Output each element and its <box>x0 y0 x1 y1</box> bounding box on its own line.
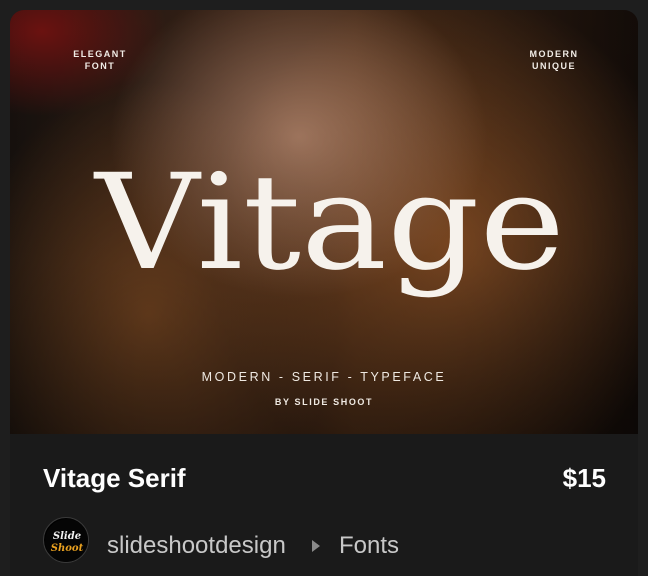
product-title[interactable]: Vitage Serif <box>43 463 186 494</box>
preview-corner-right: MODERN UNIQUE <box>519 48 589 72</box>
corner-right-line1: MODERN <box>529 49 579 59</box>
corner-left-line2: FONT <box>84 61 116 71</box>
author-link[interactable]: slideshootdesign <box>107 532 286 560</box>
preview-wordmark: Vitage <box>90 136 570 326</box>
product-preview-image[interactable]: ELEGANT FONT MODERN UNIQUE Vitage MODERN… <box>10 10 638 434</box>
product-card[interactable]: ELEGANT FONT MODERN UNIQUE Vitage MODERN… <box>10 10 638 576</box>
chevron-right-icon <box>312 540 320 552</box>
category-link[interactable]: Fonts <box>339 532 399 560</box>
corner-left-line1: ELEGANT <box>73 49 127 59</box>
avatar-text-line1: Slide <box>53 531 81 542</box>
preview-byline: BY SLIDE SHOOT <box>274 397 374 407</box>
product-info: Vitage Serif $15 Slide Shoot slideshootd… <box>10 434 638 576</box>
wordmark-text: Vitage <box>93 146 565 300</box>
preview-corner-left: ELEGANT FONT <box>65 48 135 72</box>
product-price: $15 <box>562 463 606 493</box>
author-avatar[interactable]: Slide Shoot <box>43 517 89 563</box>
preview-tagline: MODERN - SERIF - TYPEFACE <box>201 370 447 384</box>
corner-right-line2: UNIQUE <box>531 61 576 71</box>
avatar-text-line2: Shoot <box>51 543 84 554</box>
